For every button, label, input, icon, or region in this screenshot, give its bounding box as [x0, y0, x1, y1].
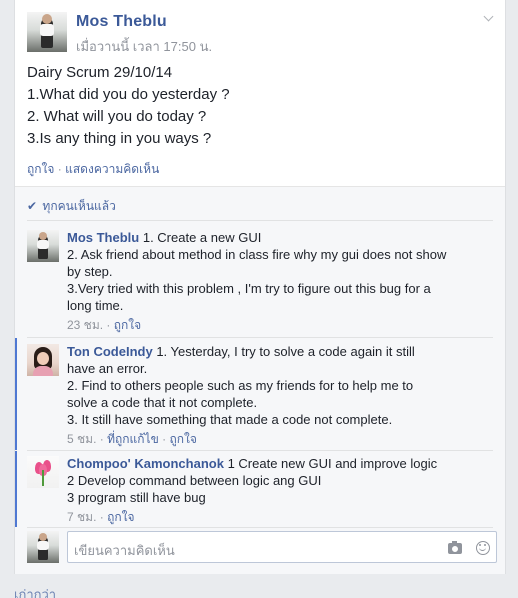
comment-text: Chompoo' Kamonchanok 1 Create new GUI an… — [67, 455, 497, 526]
separator: · — [99, 510, 104, 524]
separator: · — [57, 162, 62, 176]
older-posts-link[interactable]: เก่ากว่า — [14, 584, 56, 598]
post-line: 3.Is any thing in you ways ? — [27, 130, 212, 147]
comment-avatar[interactable] — [27, 456, 59, 488]
comment-author[interactable]: Chompoo' Kamonchanok — [67, 456, 224, 471]
post-line: 1.What did you do yesterday ? — [27, 86, 230, 103]
comment-like-link[interactable]: ถูกใจ — [114, 318, 141, 332]
comment-author[interactable]: Mos Theblu — [67, 230, 139, 245]
comment-meta: 5 ชม. · ที่ถูกแก้ไข · ถูกใจ — [67, 431, 497, 448]
post-line: Dairy Scrum 29/10/14 — [27, 64, 173, 81]
comment-line: 2. Ask friend about method in class fire… — [67, 247, 447, 262]
comment-line: have an error. — [67, 361, 148, 376]
edited-link[interactable]: ที่ถูกแก้ไข — [107, 432, 159, 446]
comment-like-link[interactable]: ถูกใจ — [169, 432, 196, 446]
comment-line: 3. It still have something that made a c… — [67, 412, 393, 427]
comment-author[interactable]: Ton CodeIndy — [67, 344, 153, 359]
comment-meta: 7 ชม. · ถูกใจ — [67, 509, 497, 526]
divider — [27, 450, 493, 451]
separator: · — [99, 432, 104, 446]
comment-line: 1 Create new GUI and improve logic — [227, 456, 438, 471]
post-timestamp[interactable]: เมื่อวานนี้ เวลา 17:50 น. — [76, 36, 212, 57]
comment-line: 2. Find to others people such as my frie… — [67, 378, 414, 393]
comment-line: long time. — [67, 298, 124, 313]
comment-time[interactable]: 5 ชม. — [67, 432, 96, 446]
checkmark-icon: ✔ — [27, 199, 38, 213]
comment-text: Ton CodeIndy 1. Yesterday, I try to solv… — [67, 343, 497, 448]
emoji-icon[interactable] — [476, 541, 490, 555]
comment-input[interactable]: เขียนความคิดเห็น — [67, 531, 497, 563]
like-link[interactable]: ถูกใจ — [27, 162, 54, 176]
comment-line: 1. Yesterday, I try to solve a code agai… — [156, 344, 415, 359]
comment-line: 2 Develop command between logic ang GUI — [67, 473, 322, 488]
comment-input-placeholder: เขียนความคิดเห็น — [74, 543, 175, 558]
comment-line: solve a code that it not complete. — [67, 395, 258, 410]
comment-avatar[interactable] — [27, 230, 59, 262]
comment-composer: เขียนความคิดเห็น — [27, 531, 497, 563]
camera-icon[interactable] — [448, 541, 463, 554]
comment-line: by step. — [67, 264, 113, 279]
comment-line: 1. Create a new GUI — [142, 230, 262, 245]
post-actions: ถูกใจ · แสดงความคิดเห็น — [27, 160, 159, 179]
divider — [27, 337, 493, 338]
composer-icons — [448, 540, 490, 557]
post-body: Dairy Scrum 29/10/14 1.What did you do y… — [27, 62, 487, 150]
comment-line: 3 program still have bug — [67, 490, 206, 505]
comment-time[interactable]: 7 ชม. — [67, 510, 96, 524]
separator: · — [106, 318, 111, 332]
post-header: Mos Theblu เมื่อวานนี้ เวลา 17:50 น. — [27, 12, 505, 54]
thread-highlight-bar — [15, 451, 17, 527]
divider — [27, 220, 493, 221]
chevron-down-icon[interactable] — [483, 14, 495, 26]
separator: · — [162, 432, 167, 446]
post-line: 2. What will you do today ? — [27, 108, 207, 125]
comment-link[interactable]: แสดงความคิดเห็น — [65, 162, 159, 176]
divider — [27, 527, 493, 528]
author-name[interactable]: Mos Theblu — [76, 13, 167, 31]
comment-meta: 23 ชม. · ถูกใจ — [67, 317, 497, 334]
comment-like-link[interactable]: ถูกใจ — [107, 510, 134, 524]
post-card: Mos Theblu เมื่อวานนี้ เวลา 17:50 น. Dai… — [14, 0, 506, 574]
comment-time[interactable]: 23 ชม. — [67, 318, 103, 332]
comments-area: ✔ ทุกคนเห็นแล้ว Mos Theblu 1. Create a n… — [15, 186, 505, 574]
comment-line: 3.Very tried with this problem , I'm try… — [67, 281, 431, 296]
composer-avatar — [27, 531, 59, 563]
comment-avatar[interactable] — [27, 344, 59, 376]
author-avatar[interactable] — [27, 12, 67, 52]
seen-row: ✔ ทุกคนเห็นแล้ว — [27, 197, 116, 216]
seen-label: ทุกคนเห็นแล้ว — [42, 199, 116, 213]
comment-text: Mos Theblu 1. Create a new GUI 2. Ask fr… — [67, 229, 497, 334]
thread-highlight-bar — [15, 338, 17, 450]
